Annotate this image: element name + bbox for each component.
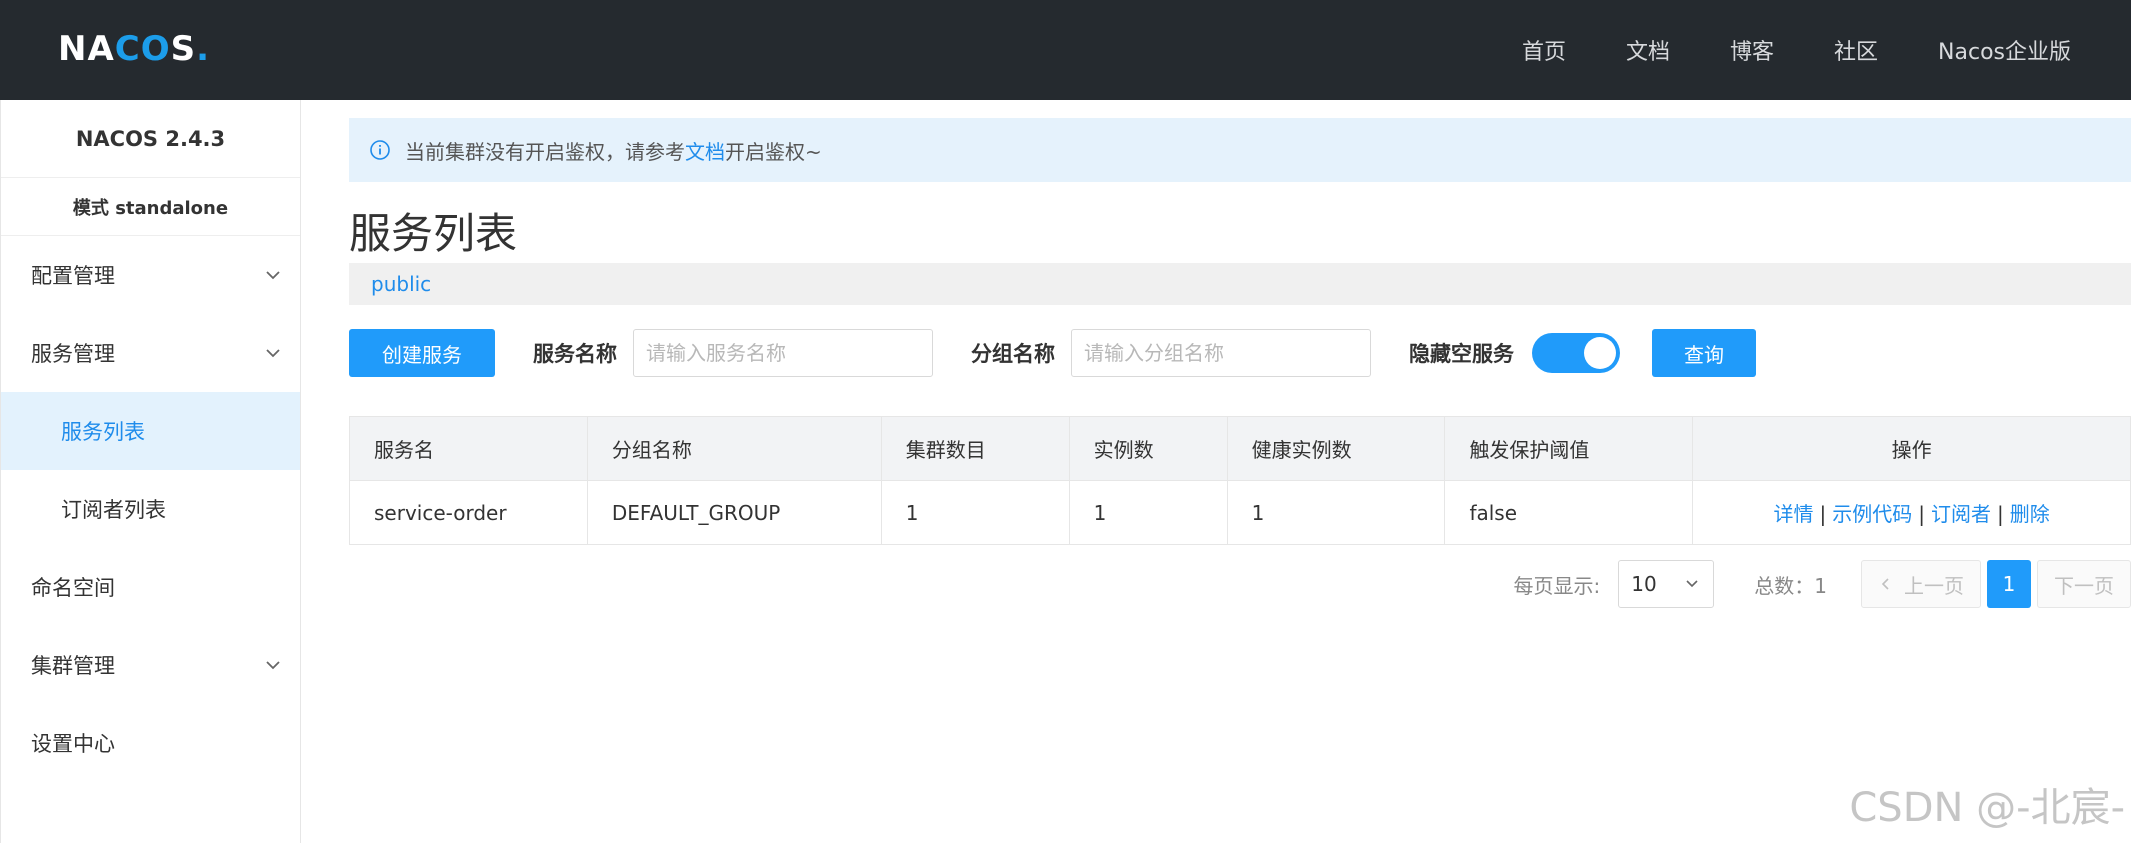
- chevron-down-icon: [266, 271, 280, 280]
- table-row: service-order DEFAULT_GROUP 1 1 1 false …: [349, 480, 2131, 545]
- sidebar-item-cluster-management[interactable]: 集群管理: [1, 626, 300, 704]
- notice-text-end: 开启鉴权~: [725, 139, 822, 164]
- sidebar-item-settings-center[interactable]: 设置中心: [1, 704, 300, 782]
- group-name-input[interactable]: [1071, 329, 1371, 377]
- chevron-down-icon: [266, 349, 280, 358]
- column-header: 分组名称: [586, 416, 882, 481]
- hide-empty-label: 隐藏空服务: [1409, 342, 1514, 366]
- separator: |: [1997, 502, 2004, 526]
- sidebar-item-label: 服务管理: [31, 342, 115, 366]
- next-page-label: 下一页: [2054, 573, 2114, 598]
- total-count: 总数：1: [1754, 573, 1827, 598]
- logo-text: NA: [58, 29, 115, 69]
- sidebar: NACOS 2.4.3 模式 standalone 配置管理 服务管理 服务列表…: [0, 100, 301, 843]
- sidebar-item-service-management[interactable]: 服务管理: [1, 314, 300, 392]
- column-header: 服务名: [349, 416, 588, 481]
- main-content: 当前集群没有开启鉴权，请参考 文档 开启鉴权~ 服务列表 public 创建服务 服…: [349, 100, 2131, 843]
- prev-page-label: 上一页: [1904, 573, 1964, 598]
- chevron-left-icon: [1881, 578, 1889, 590]
- next-page-button[interactable]: 下一页: [2037, 560, 2131, 608]
- sidebar-item-namespace[interactable]: 命名空间: [1, 548, 300, 626]
- column-header: 实例数: [1068, 416, 1228, 481]
- chevron-down-icon: [266, 661, 280, 670]
- prev-page-button[interactable]: 上一页: [1861, 560, 1981, 608]
- per-page-label: 每页显示:: [1513, 573, 1601, 598]
- per-page-value: 10: [1631, 572, 1657, 596]
- nav-home[interactable]: 首页: [1522, 34, 1566, 66]
- auth-notice: 当前集群没有开启鉴权，请参考 文档 开启鉴权~: [349, 118, 2131, 182]
- notice-docs-link[interactable]: 文档: [685, 136, 725, 165]
- details-link[interactable]: 详情: [1774, 502, 1814, 526]
- service-table: 服务名 分组名称 集群数目 实例数 健康实例数 触发保护阈值 操作 servic…: [349, 416, 2131, 545]
- watermark: CSDN @-北宸-: [1849, 785, 2125, 831]
- sidebar-item-label: 设置中心: [31, 732, 115, 756]
- table-header-row: 服务名 分组名称 集群数目 实例数 健康实例数 触发保护阈值 操作: [349, 416, 2131, 481]
- top-navbar: NA CO S. 首页 文档 博客 社区 Nacos企业版: [0, 0, 2131, 100]
- namespace-public[interactable]: public: [371, 272, 431, 296]
- sidebar-item-label: 集群管理: [31, 654, 115, 678]
- sidebar-item-service-list[interactable]: 服务列表: [1, 392, 300, 470]
- service-name-label: 服务名称: [533, 342, 617, 366]
- sidebar-item-label: 服务列表: [61, 420, 145, 444]
- column-header: 触发保护阈值: [1444, 416, 1694, 481]
- cell-cluster-count: 1: [880, 480, 1070, 545]
- delete-link[interactable]: 删除: [2010, 502, 2050, 526]
- page-title: 服务列表: [349, 209, 518, 258]
- query-button[interactable]: 查询: [1652, 329, 1756, 377]
- logo-dot: .: [196, 29, 211, 69]
- info-icon: [370, 140, 390, 160]
- notice-text: 当前集群没有开启鉴权，请参考: [405, 139, 685, 164]
- separator: |: [1819, 502, 1827, 526]
- column-header: 集群数目: [880, 416, 1070, 481]
- nav-community[interactable]: 社区: [1834, 34, 1878, 66]
- cell-operations: 详情 | 示例代码 | 订阅者 | 删除: [1692, 480, 2131, 545]
- column-header: 操作: [1692, 416, 2131, 481]
- cell-healthy-count: 1: [1226, 480, 1446, 545]
- sidebar-item-config-management[interactable]: 配置管理: [1, 236, 300, 314]
- per-page-select[interactable]: 10: [1618, 560, 1715, 608]
- toggle-knob: [1584, 337, 1616, 369]
- logo-text-end: S: [170, 29, 197, 69]
- cell-protect-threshold: false: [1444, 480, 1694, 545]
- nav-blog[interactable]: 博客: [1730, 34, 1774, 66]
- mode-label: 模式 standalone: [1, 178, 300, 236]
- cell-service-name: service-order: [349, 480, 588, 545]
- sidebar-item-label: 配置管理: [31, 264, 115, 288]
- column-header: 健康实例数: [1226, 416, 1446, 481]
- sidebar-item-label: 命名空间: [31, 576, 115, 600]
- pagination: 每页显示: 10 总数：1 上一页 1 下一页: [1514, 560, 2131, 608]
- page-number-current[interactable]: 1: [1987, 560, 2031, 608]
- namespace-bar: public: [349, 263, 2131, 305]
- subscribers-link[interactable]: 订阅者: [1931, 502, 1991, 526]
- group-name-label: 分组名称: [971, 342, 1055, 366]
- cell-group-name: DEFAULT_GROUP: [586, 480, 882, 545]
- version-label: NACOS 2.4.3: [1, 100, 300, 178]
- logo-text-accent: CO: [114, 29, 171, 69]
- top-nav: 首页 文档 博客 社区 Nacos企业版: [1522, 0, 2131, 100]
- nav-docs[interactable]: 文档: [1626, 34, 1670, 66]
- nav-enterprise[interactable]: Nacos企业版: [1938, 34, 2071, 66]
- filter-bar: 创建服务 服务名称 分组名称 隐藏空服务 查询: [349, 329, 2131, 377]
- hide-empty-toggle[interactable]: [1532, 333, 1620, 373]
- sample-code-link[interactable]: 示例代码: [1832, 502, 1912, 526]
- sidebar-item-subscriber-list[interactable]: 订阅者列表: [1, 470, 300, 548]
- service-name-input[interactable]: [633, 329, 933, 377]
- sidebar-item-label: 订阅者列表: [61, 498, 166, 522]
- nacos-logo[interactable]: NA CO S.: [58, 26, 210, 72]
- cell-instance-count: 1: [1068, 480, 1228, 545]
- separator: |: [1918, 502, 1926, 526]
- chevron-down-icon: [1686, 580, 1698, 588]
- create-service-button[interactable]: 创建服务: [349, 329, 495, 377]
